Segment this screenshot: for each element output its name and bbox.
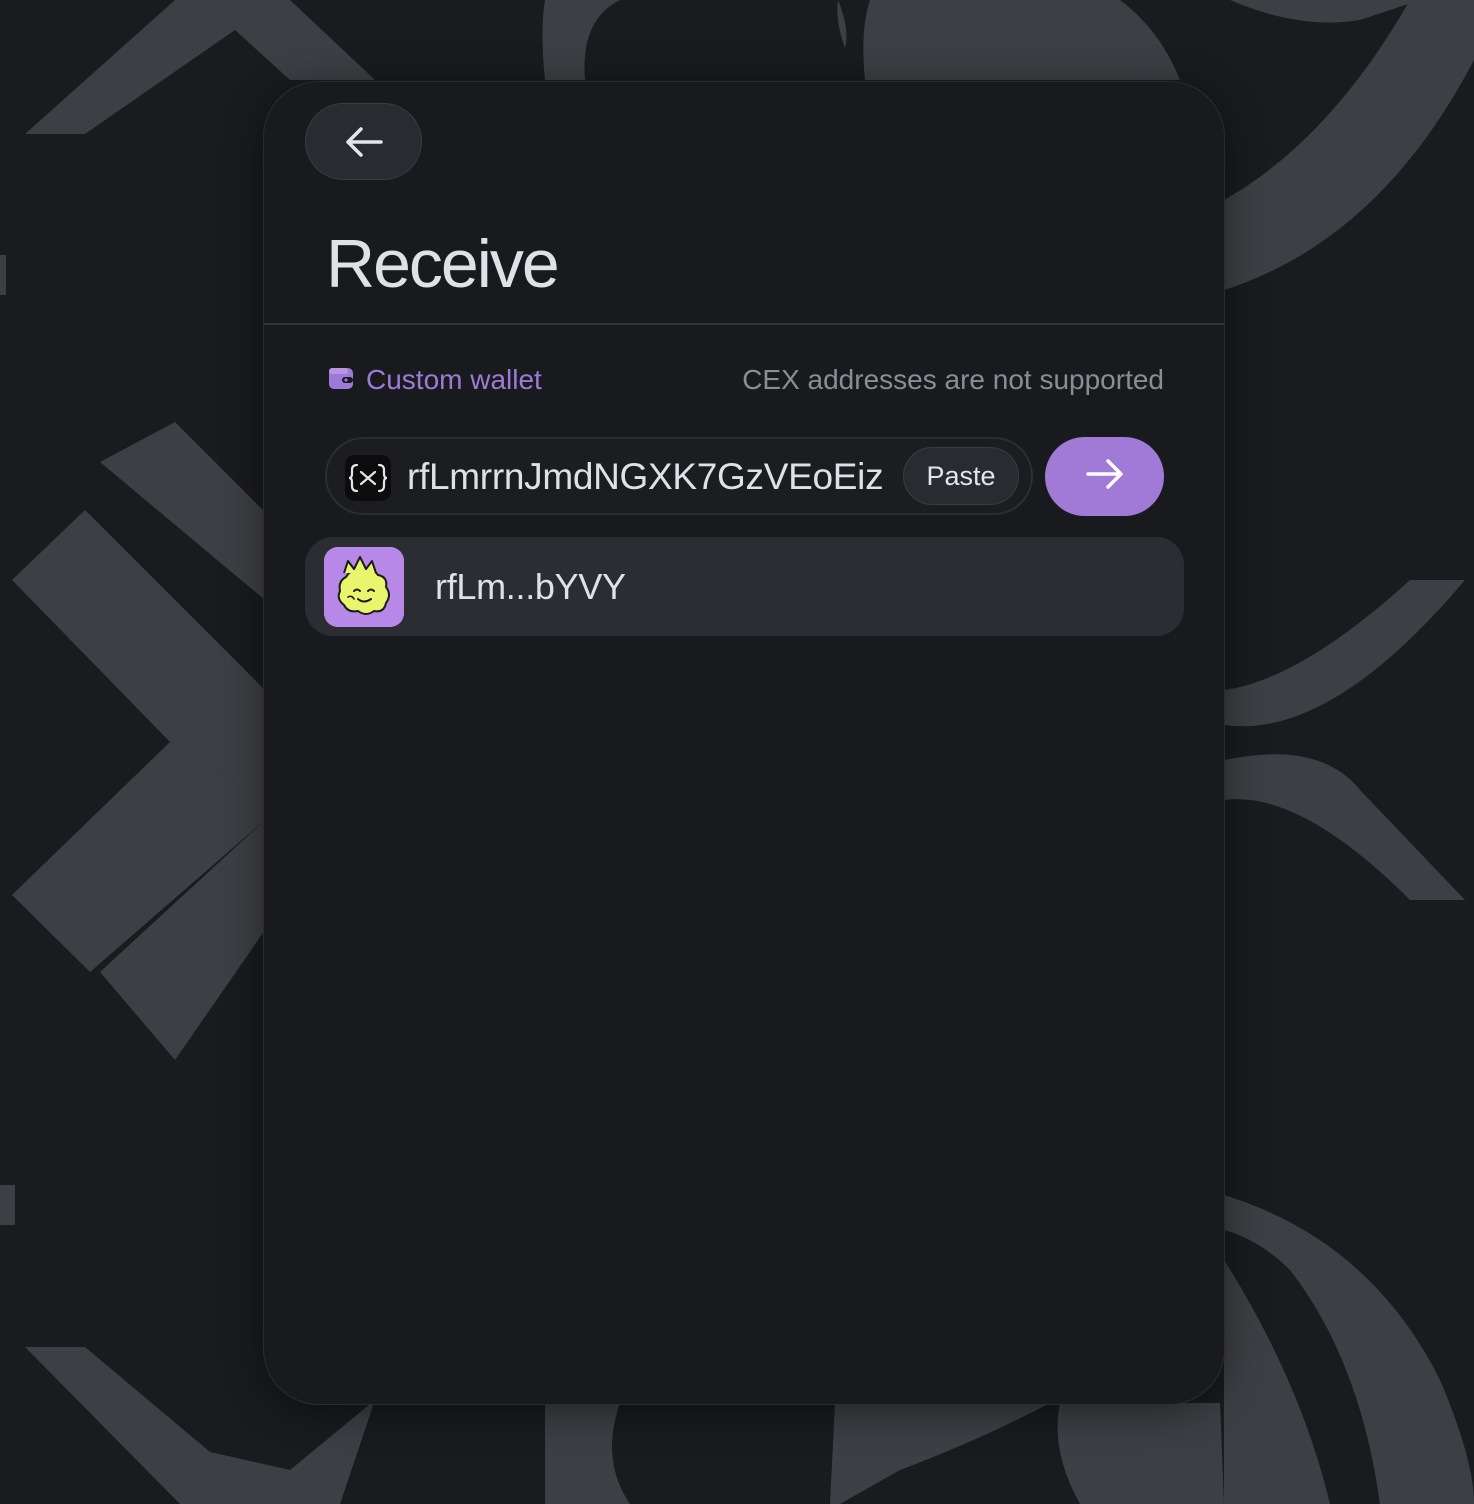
address-field: Paste	[325, 437, 1033, 515]
brain-mascot-avatar	[324, 547, 404, 627]
page-title: Receive	[326, 226, 560, 302]
receive-panel: Receive Custom wallet CEX addresses are …	[263, 81, 1225, 1405]
wallet-icon	[328, 365, 354, 396]
back-button[interactable]	[305, 103, 422, 180]
address-input[interactable]	[407, 449, 907, 505]
custom-wallet-label: Custom wallet	[366, 364, 542, 395]
wallet-address-short: rfLm...bYVY	[435, 566, 626, 607]
variable-icon	[345, 455, 391, 501]
cex-warning-note: CEX addresses are not supported	[742, 364, 1164, 395]
arrow-right-icon	[1085, 458, 1125, 495]
header-divider	[264, 323, 1224, 325]
arrow-left-icon	[344, 126, 384, 158]
paste-button[interactable]: Paste	[903, 447, 1019, 505]
wallet-suggestion-item[interactable]: rfLm...bYVY	[305, 537, 1184, 636]
custom-wallet-link[interactable]: Custom wallet	[328, 362, 542, 398]
submit-address-button[interactable]	[1045, 437, 1164, 516]
